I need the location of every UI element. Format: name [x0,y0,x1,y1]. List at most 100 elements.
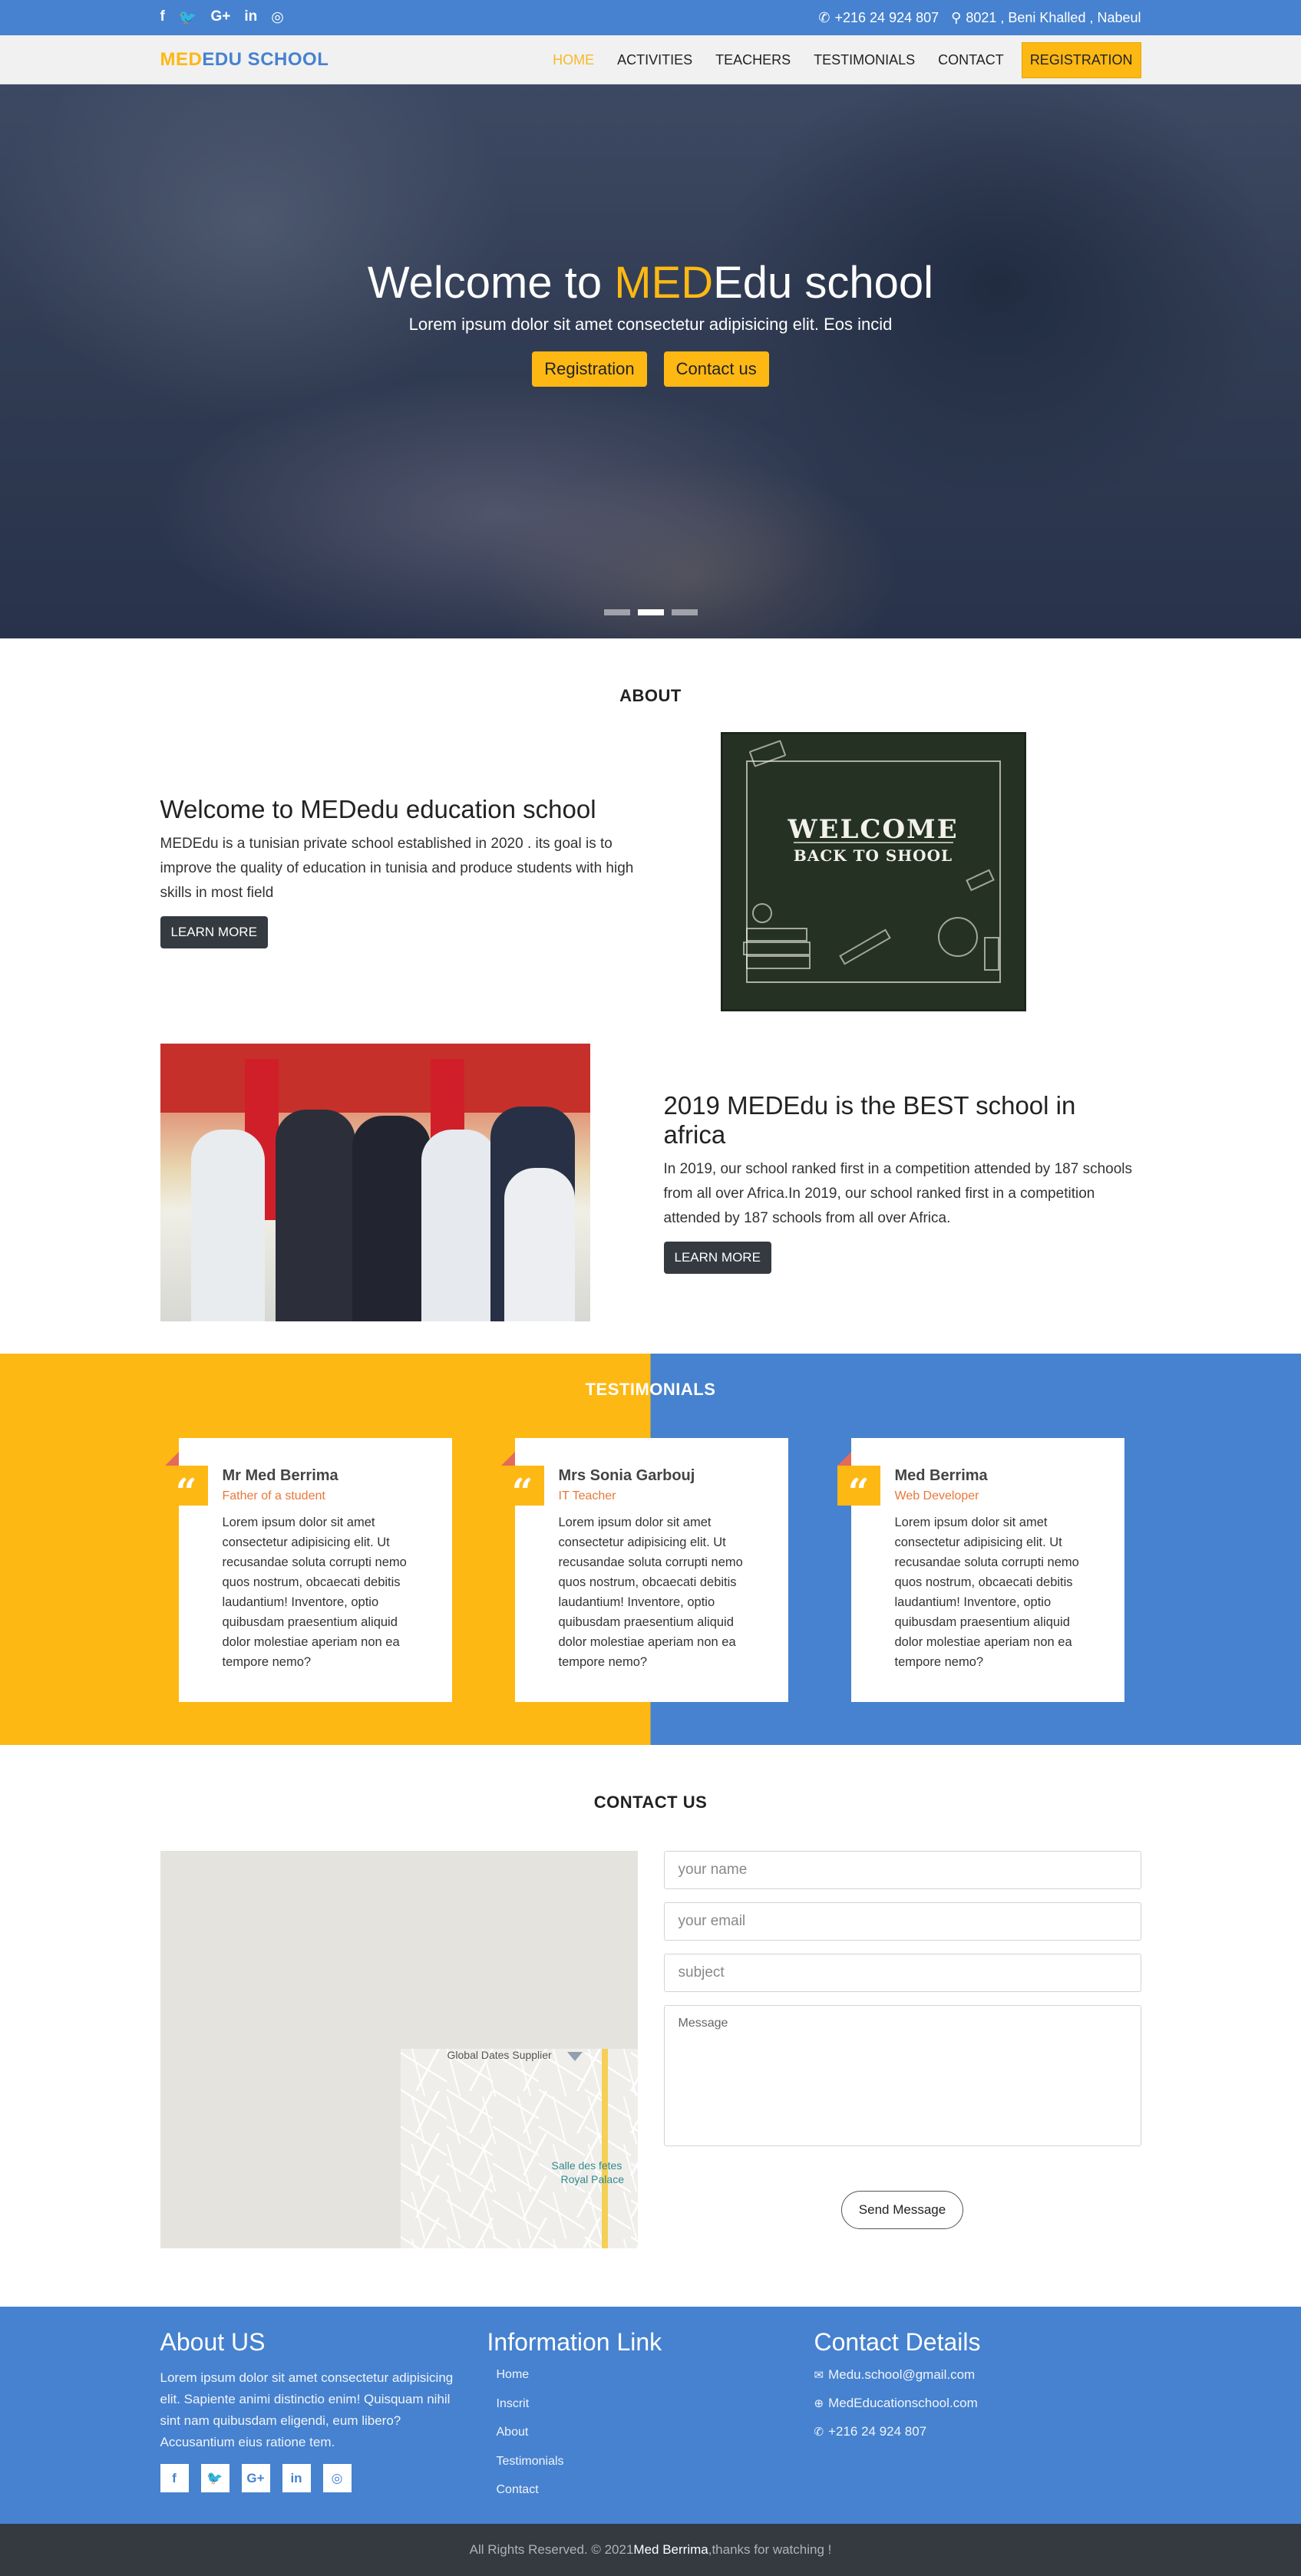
carousel-indicator-1[interactable] [603,609,630,615]
copyright-prefix: All Rights Reserved. © 2021 [469,2542,634,2557]
instagram-icon[interactable]: ◎ [322,2464,352,2492]
book-stand-doodle [983,937,999,971]
quote-icon: “ [837,1466,880,1514]
footer-links-title: Information Link [487,2328,662,2356]
instagram-icon[interactable]: ◎ [271,8,284,27]
send-wrap: Send Message [664,2191,1141,2229]
footer-link-list: Home Inscrit About Testimonials Contact [487,2367,814,2498]
footer-links: Information Link Home Inscrit About Test… [487,2328,814,2512]
card-fold [164,1452,179,1466]
top-social-links: f 🐦 G+ in ◎ [160,8,284,27]
main-nav: HOME ACTIVITIES TEACHERS TESTIMONIALS CO… [541,41,1141,78]
contact-row: Global Dates Supplier Salle des fetes Ro… [160,1851,1141,2248]
testimonial-role: Father of a student [222,1489,325,1502]
footer-email[interactable]: ✉ Medu.school@gmail.com [814,2367,1141,2383]
footer-phone-text: +216 24 924 807 [828,2424,927,2439]
map-marker-icon: ⚲ [951,9,962,25]
google-plus-icon[interactable]: G+ [241,2464,270,2492]
testimonial-card: “ Mrs Sonia Garbouj IT Teacher Lorem ips… [500,1438,788,1702]
hero-buttons: Registration Contact us [0,351,1301,387]
about-title: ABOUT [619,686,682,705]
about-learn-more-button-2[interactable]: LEARN MORE [663,1242,771,1274]
about-section: ABOUT Welcome to MEDedu education school… [0,638,1301,1354]
name-input[interactable]: your name [663,1851,1141,1889]
quote-icon: “ [164,1466,208,1514]
email-input[interactable]: your email [663,1902,1141,1941]
footer-link-inscrit[interactable]: Inscrit [497,2396,814,2412]
globe-icon: ⊕ [814,2397,824,2410]
testimonial-text: Lorem ipsum dolor sit amet consectetur a… [894,1516,1079,1669]
brand-logo[interactable]: MEDEDU SCHOOL [160,49,329,71]
hero-contact-button[interactable]: Contact us [663,351,769,387]
map-label-salle: Salle des fetes [551,2159,622,2172]
hero-registration-button[interactable]: Registration [532,351,647,387]
nav-home[interactable]: HOME [541,52,606,68]
footer-about: About US Lorem ipsum dolor sit amet cons… [160,2328,487,2512]
nav-contact[interactable]: CONTACT [926,52,1015,68]
google-plus-icon[interactable]: G+ [211,8,231,27]
footer-link-home[interactable]: Home [497,2367,814,2383]
copyright-suffix: ,thanks for watching ! [708,2542,832,2557]
testimonial-role: IT Teacher [558,1489,616,1502]
contact-title: CONTACT US [593,1793,708,1812]
phone-icon: ✆ [814,2426,824,2439]
testimonial-name: Mr Med Berrima [222,1467,338,1484]
hero-subtitle: Lorem ipsum dolor sit amet consectetur a… [408,315,893,334]
footer-contact-title: Contact Details [814,2328,981,2356]
top-address-text: 8021 , Beni Khalled , Nabeul [966,9,1141,25]
carousel-indicators [0,609,1301,615]
hero-carousel: Welcome to MEDEdu school Lorem ipsum dol… [0,84,1301,638]
contact-form: your name your email subject Message Sen… [663,1851,1141,2248]
footer-website[interactable]: ⊕ MedEducationschool.com [814,2396,1141,2411]
testimonial-role: Web Developer [894,1489,979,1502]
footer: About US Lorem ipsum dolor sit amet cons… [0,2307,1301,2524]
brand-part1: MED [160,49,203,70]
twitter-icon[interactable]: 🐦 [200,2464,229,2492]
twitter-icon[interactable]: 🐦 [179,8,197,27]
globe-doodle [937,917,978,957]
message-textarea[interactable]: Message [663,2005,1141,2146]
send-message-button[interactable]: Send Message [840,2191,964,2229]
subject-input[interactable]: subject [663,1954,1141,1992]
about-learn-more-button-1[interactable]: LEARN MORE [160,916,268,948]
linkedin-icon[interactable]: in [282,2464,311,2492]
phone-icon: ✆ [818,9,830,25]
facebook-icon[interactable]: f [160,2464,189,2492]
linkedin-icon[interactable]: in [244,8,257,27]
about-award-paragraph: In 2019, our school ranked first in a co… [663,1161,1133,1226]
books-doodle-2 [742,942,811,955]
brand-part2: EDU SCHOOL [202,49,329,70]
about-welcome-paragraph: MEDEdu is a tunisian private school esta… [160,836,634,901]
map-label-palace: Royal Palace [560,2173,625,2185]
carousel-indicator-2[interactable] [637,609,664,615]
about-welcome-text: Welcome to MEDedu education school MEDEd… [160,795,652,948]
testimonial-card: “ Mr Med Berrima Father of a student Lor… [164,1438,452,1702]
about-award-heading: 2019 MEDEdu is the BEST school in africa [663,1091,1076,1149]
testimonial-name: Med Berrima [894,1467,988,1484]
footer-link-testimonials[interactable]: Testimonials [497,2454,814,2469]
nav-testimonials[interactable]: TESTIMONIALS [802,52,926,68]
nav-registration-button[interactable]: REGISTRATION [1021,41,1141,78]
hero-title-highlight: MED [614,258,714,308]
map-embed[interactable]: Global Dates Supplier Salle des fetes Ro… [160,1851,638,2248]
quote-icon: “ [500,1466,544,1514]
about-award-text: 2019 MEDEdu is the BEST school in africa… [663,1091,1141,1274]
about-block-award: 2019 MEDEdu is the BEST school in africa… [160,1044,1141,1321]
footer-link-contact[interactable]: Contact [497,2482,814,2498]
navbar: MEDEDU SCHOOL HOME ACTIVITIES TEACHERS T… [0,35,1301,84]
footer-phone[interactable]: ✆ +216 24 924 807 [814,2424,1141,2439]
top-contact-info: ✆ +216 24 924 807 ⚲ 8021 , Beni Khalled , … [818,10,1141,26]
facebook-icon[interactable]: f [160,8,165,27]
footer-link-about[interactable]: About [497,2425,814,2440]
chalkboard-back-to-school-text: BACK TO SHOOL [793,846,953,865]
card-fold [837,1452,851,1466]
carousel-indicator-3[interactable] [671,609,698,615]
copyright-author: Med Berrima [633,2542,708,2557]
footer-email-text: Medu.school@gmail.com [828,2367,976,2382]
nav-activities[interactable]: ACTIVITIES [606,52,704,68]
photo-person-3 [352,1116,431,1321]
chalkboard: WELCOME BACK TO SHOOL [720,732,1026,1011]
testimonial-text: Lorem ipsum dolor sit amet consectetur a… [558,1516,743,1669]
apple-doodle [751,903,772,923]
nav-teachers[interactable]: TEACHERS [704,52,802,68]
